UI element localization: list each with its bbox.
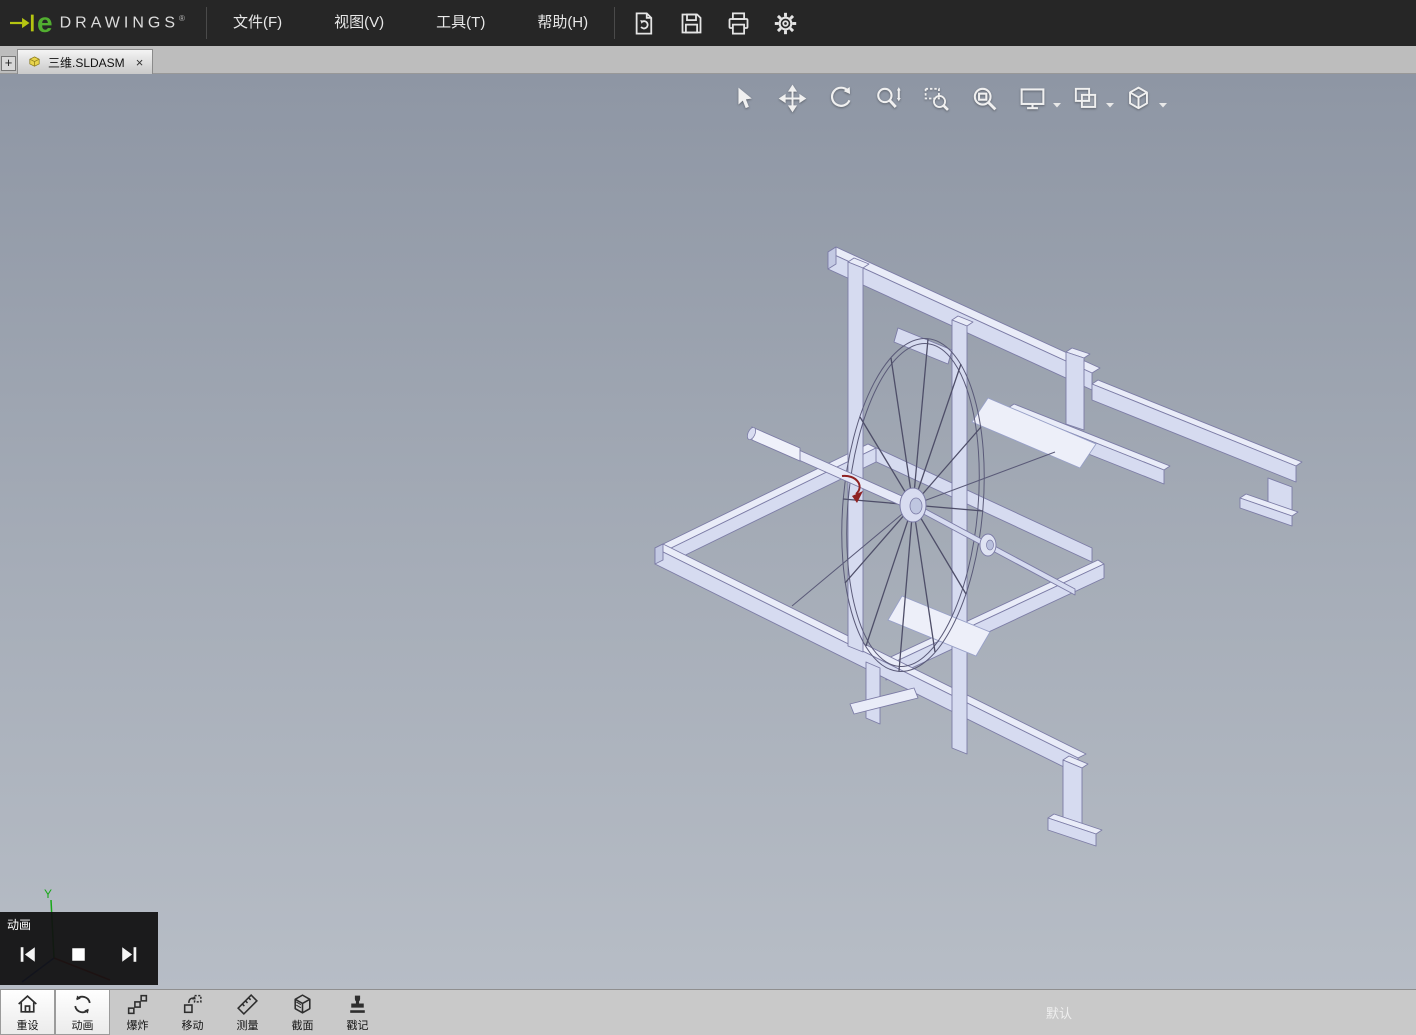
explode-button[interactable]: 爆炸 bbox=[110, 990, 165, 1035]
section-icon bbox=[294, 994, 311, 1014]
configuration-selector[interactable]: 默认 bbox=[1046, 1003, 1072, 1022]
stamp-label: 戳记 bbox=[346, 1020, 369, 1032]
menu-help[interactable]: 帮助(H) bbox=[511, 0, 614, 46]
animation-panel: 动画 bbox=[0, 912, 158, 985]
bottom-toolbar: 重设 动画 爆炸 移动 测量 截面 戳记 默认 bbox=[0, 989, 1416, 1035]
skip-end-icon bbox=[121, 946, 136, 962]
tab-bar: + 三维.SLDASM × bbox=[0, 46, 1416, 74]
stop-icon bbox=[71, 947, 85, 961]
view-orientation-dropdown-caret[interactable] bbox=[1158, 95, 1169, 108]
display-style-icon bbox=[1074, 87, 1096, 108]
main-menus: 文件(F) 视图(V) 工具(T) 帮助(H) bbox=[207, 0, 614, 46]
save-button[interactable] bbox=[674, 6, 708, 40]
cad-model: Y bbox=[21, 246, 1303, 983]
select-tool-button[interactable] bbox=[726, 81, 762, 115]
explode-icon bbox=[127, 994, 148, 1015]
chevron-down-icon bbox=[1053, 103, 1061, 108]
zoom-tool-button[interactable] bbox=[870, 81, 906, 115]
assembly-icon bbox=[29, 55, 40, 67]
zoom-area-tool-button[interactable] bbox=[918, 81, 954, 115]
logo-e: e bbox=[37, 7, 53, 38]
tab-label: 三维.SLDASM bbox=[48, 55, 125, 70]
measure-label: 测量 bbox=[236, 1020, 259, 1032]
animation-controls bbox=[0, 939, 158, 969]
move-label: 移动 bbox=[181, 1020, 204, 1032]
stamp-icon bbox=[350, 995, 365, 1013]
stamp-button[interactable]: 戳记 bbox=[330, 990, 385, 1035]
pan-icon bbox=[778, 84, 806, 112]
measure-icon bbox=[237, 994, 258, 1015]
zoom-fit-tool-button[interactable] bbox=[966, 81, 1002, 115]
view-orientation-cube-icon bbox=[1128, 86, 1148, 109]
display-style-button[interactable] bbox=[1067, 81, 1103, 115]
edrawings-logo: e DRAWINGS® bbox=[0, 0, 206, 46]
menu-file[interactable]: 文件(F) bbox=[207, 0, 308, 46]
skip-start-icon bbox=[20, 946, 35, 962]
logo-text: DRAWINGS® bbox=[59, 13, 189, 32]
home-icon bbox=[18, 995, 37, 1013]
menu-tools[interactable]: 工具(T) bbox=[410, 0, 511, 46]
zoom-area-icon bbox=[924, 87, 949, 111]
section-button[interactable]: 截面 bbox=[275, 990, 330, 1035]
animation-stop-button[interactable] bbox=[63, 939, 93, 969]
save-icon bbox=[681, 13, 702, 33]
tab-close-icon[interactable]: × bbox=[136, 56, 144, 69]
animation-label: 动画 bbox=[71, 1020, 94, 1032]
model-viewport[interactable]: Y 动画 bbox=[0, 74, 1416, 990]
triad-y-label: Y bbox=[44, 887, 52, 901]
open-button[interactable] bbox=[627, 6, 661, 40]
explode-label: 爆炸 bbox=[126, 1020, 149, 1032]
fullscreen-icon bbox=[1020, 87, 1044, 109]
reset-button[interactable]: 重设 bbox=[0, 990, 55, 1035]
print-icon bbox=[728, 11, 749, 35]
animation-button[interactable]: 动画 bbox=[55, 990, 110, 1035]
select-cursor-icon bbox=[737, 87, 752, 108]
zoom-fit-icon bbox=[973, 87, 996, 110]
move-button[interactable]: 移动 bbox=[165, 990, 220, 1035]
display-style-dropdown-caret[interactable] bbox=[1105, 95, 1116, 108]
reset-label: 重设 bbox=[16, 1020, 39, 1032]
rotate-icon bbox=[830, 86, 850, 107]
move-component-icon bbox=[183, 994, 202, 1014]
animation-panel-title: 动画 bbox=[7, 918, 32, 932]
settings-button[interactable] bbox=[768, 6, 802, 40]
new-tab-button[interactable]: + bbox=[1, 56, 16, 71]
model-secondary-shaft bbox=[917, 504, 1076, 596]
animation-skip-start-button[interactable] bbox=[12, 939, 42, 969]
viewport-toolbar bbox=[726, 80, 1173, 116]
section-label: 截面 bbox=[291, 1020, 314, 1032]
open-icon bbox=[635, 11, 652, 35]
measure-button[interactable]: 测量 bbox=[220, 990, 275, 1035]
logo-arrow-icon bbox=[10, 14, 34, 32]
fullscreen-button[interactable] bbox=[1014, 81, 1050, 115]
header-actions bbox=[615, 0, 802, 46]
tab-sldasm[interactable]: 三维.SLDASM × bbox=[17, 49, 154, 74]
print-button[interactable] bbox=[721, 6, 755, 40]
chevron-down-icon bbox=[1106, 103, 1114, 108]
fullscreen-dropdown-caret[interactable] bbox=[1052, 95, 1063, 108]
zoom-inout-icon bbox=[876, 86, 901, 108]
animation-icon bbox=[74, 995, 91, 1014]
rotate-tool-button[interactable] bbox=[822, 81, 858, 115]
view-orientation-button[interactable] bbox=[1120, 81, 1156, 115]
animation-skip-end-button[interactable] bbox=[114, 939, 144, 969]
gear-icon bbox=[774, 12, 796, 34]
chevron-down-icon bbox=[1159, 103, 1167, 108]
menu-view[interactable]: 视图(V) bbox=[308, 0, 410, 46]
menu-bar: e DRAWINGS® 文件(F) 视图(V) 工具(T) 帮助(H) bbox=[0, 0, 1416, 46]
pan-tool-button[interactable] bbox=[774, 81, 810, 115]
